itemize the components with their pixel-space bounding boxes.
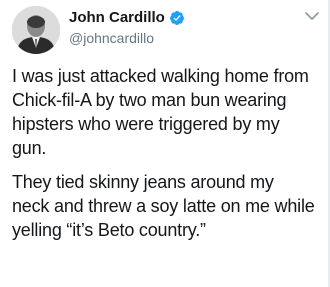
- tweet-paragraph: They tied skinny jeans around my neck an…: [12, 172, 315, 240]
- chevron-down-icon[interactable]: [304, 10, 320, 22]
- tweet-card: John Cardillo @johncardillo I was just a…: [0, 0, 330, 287]
- verified-badge-icon: [169, 10, 185, 26]
- avatar[interactable]: [12, 6, 60, 54]
- tweet-paragraph: I was just attacked walking home from Ch…: [12, 66, 309, 158]
- author-handle[interactable]: @johncardillo: [69, 30, 154, 46]
- author-display-name[interactable]: John Cardillo: [69, 9, 165, 26]
- tweet-text: I was just attacked walking home from Ch…: [12, 64, 328, 242]
- author-name-row: John Cardillo: [69, 9, 185, 26]
